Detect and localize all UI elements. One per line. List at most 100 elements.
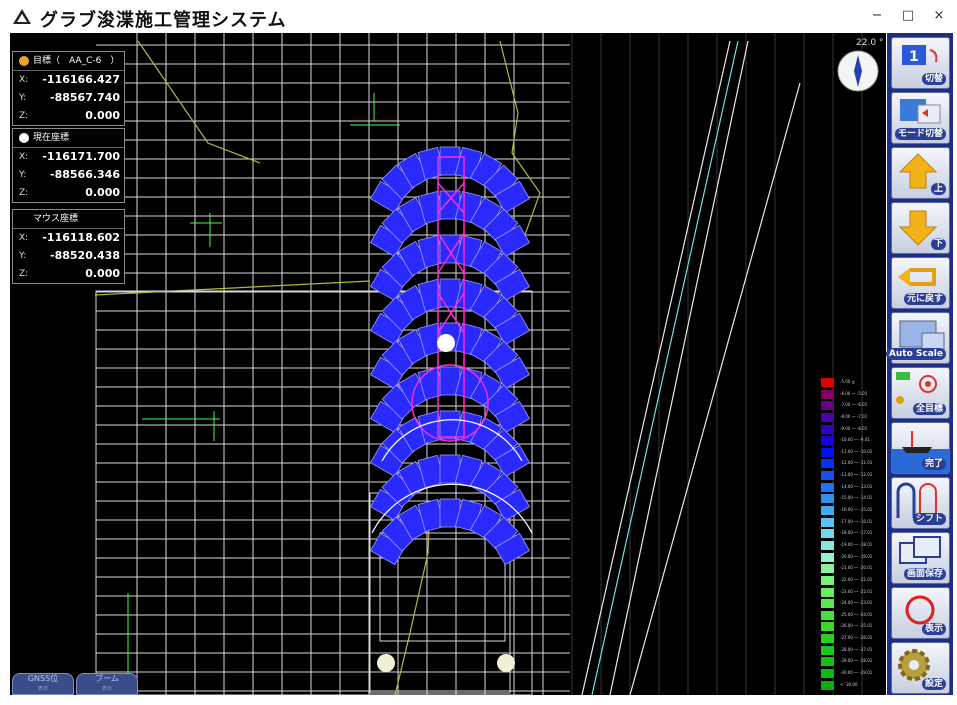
legend-label: -29.00 ～ -28.01	[840, 658, 873, 664]
legend-swatch	[821, 657, 834, 667]
legend-label: -20.00 ～ -19.01	[840, 553, 873, 559]
legend-row: -10.00 ～ -9.01	[818, 435, 882, 447]
screen-save-button[interactable]: 画面保存	[891, 532, 950, 584]
map-viewport[interactable]: 22.0 ° 目標（ AA_C-6 ） X: -116166.427 Y: -885…	[10, 33, 886, 695]
undo-button[interactable]: 元に戻す	[891, 257, 950, 309]
legend-label: -9.00 ～ -8.01	[840, 425, 868, 431]
current-y-row: Y: -88566.346	[13, 166, 124, 184]
legend-label: -18.00 ～ -17.01	[840, 530, 873, 536]
legend-row: -11.00 ～ -10.01	[818, 447, 882, 459]
auto-scale-button[interactable]: Auto Scale	[885, 312, 950, 364]
display-button[interactable]: 表示	[891, 587, 950, 639]
legend-swatch	[821, 540, 834, 550]
legend-swatch	[821, 389, 834, 399]
legend-row: -29.00 ～ -28.01	[818, 656, 882, 668]
legend-swatch	[821, 494, 834, 504]
target-x-row: X: -116166.427	[13, 71, 124, 89]
target-y: -88567.740	[50, 91, 120, 104]
slope-markers	[127, 93, 400, 695]
minimize-button[interactable]: −	[862, 6, 892, 26]
legend-swatch	[821, 517, 834, 527]
legend-label: -14.00 ～ -13.01	[840, 483, 873, 489]
maximize-button[interactable]: □	[893, 6, 923, 26]
app-title: グラブ浚渫施工管理システム	[40, 10, 287, 31]
legend-row: < -30.00	[818, 680, 882, 692]
legend-label: -16.00 ～ -15.01	[840, 507, 873, 513]
legend-swatch	[821, 610, 834, 620]
current-z-row: Z: 0.000	[13, 184, 124, 202]
close-button[interactable]: ×	[924, 6, 954, 26]
gnss-display-tab[interactable]: GNSS位 表示	[12, 673, 74, 695]
legend-swatch	[821, 634, 834, 644]
legend-row: -27.00 ～ -26.01	[818, 633, 882, 645]
complete-button[interactable]: 完了	[891, 422, 950, 474]
legend-row: -26.00 ～ -25.01	[818, 621, 882, 633]
legend-swatch	[821, 587, 834, 597]
mouse-z-row: Z: 0.000	[13, 265, 124, 283]
legend-row: -17.00 ～ -16.01	[818, 517, 882, 529]
map-canvas[interactable]	[10, 33, 886, 695]
legend-swatch	[821, 645, 834, 655]
legend-swatch	[821, 459, 834, 469]
target-y-row: Y: -88567.740	[13, 89, 124, 107]
target-z: 0.000	[85, 109, 120, 122]
legend-swatch	[821, 482, 834, 492]
legend-swatch	[821, 622, 834, 632]
legend-label: -6.00 ～ -5.01	[840, 390, 868, 396]
channel-lines	[581, 40, 801, 695]
legend-swatch	[821, 680, 834, 690]
legend-swatch	[821, 436, 834, 446]
move-up-button[interactable]: 上	[891, 147, 950, 199]
mode-switch-button[interactable]: モード切替	[891, 92, 950, 144]
legend-row: -5.00 ≦	[818, 377, 882, 389]
legend-swatch	[821, 471, 834, 481]
legend-label: -8.00 ～ -7.01	[840, 413, 868, 419]
legend-swatch	[821, 447, 834, 457]
legend-row: -19.00 ～ -18.01	[818, 540, 882, 552]
svg-text:1: 1	[909, 49, 919, 65]
grid-lines	[96, 33, 863, 695]
legend-row: -28.00 ～ -27.01	[818, 645, 882, 657]
mouse-label: マウス座標	[33, 214, 79, 224]
legend-row: -16.00 ～ -15.01	[818, 505, 882, 517]
legend-label: -24.00 ～ -23.01	[840, 600, 873, 606]
legend-swatch	[821, 552, 834, 562]
legend-label: -11.00 ～ -10.01	[840, 448, 873, 454]
legend-label: -21.00 ～ -20.01	[840, 565, 873, 571]
legend-row: -23.00 ～ -22.01	[818, 587, 882, 599]
legend-swatch	[821, 424, 834, 434]
current-coordinates-panel: 現在座標 X: -116171.700 Y: -88566.346 Z: 0.000	[12, 128, 125, 203]
legend-swatch	[821, 412, 834, 422]
legend-row: -6.00 ～ -5.01	[818, 389, 882, 401]
legend-swatch	[821, 378, 834, 387]
mouse-coordinates-panel: マウス座標 X: -116118.602 Y: -88520.438 Z: 0.000	[12, 209, 125, 284]
all-targets-button[interactable]: 全目標	[891, 367, 950, 419]
target-coordinates-panel: 目標（ AA_C-6 ） X: -116166.427 Y: -88567.740 …	[12, 51, 125, 126]
legend-row: -24.00 ～ -23.01	[818, 598, 882, 610]
legend-swatch	[821, 599, 834, 609]
legend-row: -21.00 ～ -20.01	[818, 563, 882, 575]
settings-button[interactable]: 設定	[891, 642, 950, 694]
legend-row: -7.00 ～ -6.01	[818, 400, 882, 412]
target-dot-icon	[19, 55, 29, 66]
legend-swatch	[821, 529, 834, 539]
mouse-z: 0.000	[85, 267, 120, 280]
mouse-y: -88520.438	[50, 249, 120, 262]
current-x-row: X: -116171.700	[13, 148, 124, 166]
current-dot-icon	[19, 132, 29, 143]
legend-row: -14.00 ～ -13.01	[818, 482, 882, 494]
legend-label: -12.00 ～ -11.01	[840, 460, 873, 466]
legend-swatch	[821, 669, 834, 679]
legend-row: -15.00 ～ -14.01	[818, 493, 882, 505]
shift-button[interactable]: シフト	[891, 477, 950, 529]
current-z: 0.000	[85, 186, 120, 199]
spud-left	[377, 654, 395, 672]
target-label: 目標（ AA_C-6 ）	[33, 56, 120, 66]
legend-swatch	[821, 401, 834, 411]
screen-switch-button[interactable]: 1 切替	[891, 37, 950, 89]
target-x: -116166.427	[42, 73, 120, 86]
legend-label: < -30.00	[840, 681, 858, 687]
move-down-button[interactable]: 下	[891, 202, 950, 254]
legend-row: -9.00 ～ -8.01	[818, 424, 882, 436]
boom-display-tab[interactable]: ブーム 表示	[76, 673, 138, 695]
